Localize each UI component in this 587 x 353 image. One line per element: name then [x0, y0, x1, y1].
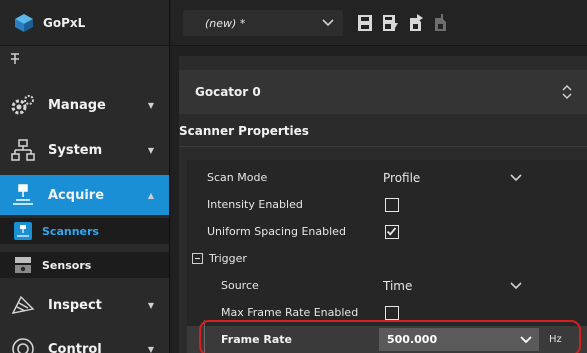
checkmark-icon [386, 226, 397, 236]
main-content: (new) * Gocator 0 Scanner Properties Sca… [171, 0, 587, 353]
section-divider [179, 146, 587, 147]
chevron-down-icon: ▼ [147, 344, 155, 353]
chevron-down-icon: ▼ [147, 300, 155, 310]
property-row-scan-mode: Scan Mode Profile [187, 164, 587, 191]
sidebar-subitem-label: Scanners [42, 224, 99, 238]
chevron-down-icon[interactable] [509, 173, 523, 183]
sidebar: GoPxL Manage ▼ System ▼ Acquire ▲ Scanne… [0, 0, 170, 353]
max-frame-rate-checkbox[interactable] [385, 305, 399, 320]
pin-icon[interactable] [8, 52, 22, 66]
sidebar-item-label: Manage [48, 97, 106, 113]
scanner-icon [10, 182, 36, 208]
app-logo: GoPxL [0, 0, 169, 46]
property-label: Uniform Spacing Enabled [207, 225, 346, 238]
scanners-icon [14, 222, 32, 240]
sidebar-item-manage[interactable]: Manage ▼ [0, 85, 169, 125]
device-select[interactable]: Gocator 0 [179, 70, 587, 114]
property-row-max-frame-rate: Max Frame Rate Enabled [187, 299, 587, 326]
property-group-trigger: Trigger [187, 245, 587, 272]
sidebar-item-acquire[interactable]: Acquire ▲ [0, 175, 169, 215]
tree-connector [204, 320, 205, 353]
save-icon[interactable] [357, 14, 373, 32]
device-select-label: Gocator 0 [195, 85, 261, 99]
scan-mode-select[interactable]: Profile [383, 171, 420, 185]
up-down-icon [562, 84, 572, 100]
save-as-icon[interactable] [382, 14, 398, 32]
section-title: Scanner Properties [179, 124, 309, 138]
property-group-label: Trigger [209, 252, 247, 265]
app-name: GoPxL [43, 15, 86, 30]
property-row-intensity: Intensity Enabled [187, 191, 587, 218]
toolbar: (new) * [171, 0, 587, 46]
chevron-down-icon[interactable] [509, 281, 523, 291]
export-icon[interactable] [408, 14, 424, 32]
sensor-icon [15, 257, 31, 273]
collapse-toggle-icon[interactable] [192, 253, 203, 264]
sidebar-item-label: Control [48, 341, 102, 353]
scanner-panel: Gocator 0 Scanner Properties Scan Mode P… [179, 56, 587, 353]
sidebar-subitem-label: Sensors [42, 258, 92, 272]
sidebar-subitem-sensors[interactable]: Sensors [0, 252, 169, 278]
inspect-icon [10, 292, 36, 318]
job-select[interactable]: (new) * [183, 10, 343, 36]
sidebar-item-label: Acquire [48, 187, 105, 203]
import-icon[interactable] [433, 14, 449, 32]
property-label: Max Frame Rate Enabled [221, 306, 359, 319]
intensity-enabled-checkbox[interactable] [385, 197, 399, 212]
frame-rate-value: 500.000 [387, 333, 438, 346]
job-select-value: (new) * [205, 16, 246, 30]
sidebar-item-label: Inspect [48, 297, 102, 313]
gopxl-logo-icon [15, 13, 33, 32]
chevron-down-icon: ▼ [147, 145, 155, 155]
uniform-spacing-checkbox[interactable] [385, 224, 399, 239]
sidebar-item-control[interactable]: Control ▼ [0, 329, 169, 353]
sidebar-item-inspect[interactable]: Inspect ▼ [0, 285, 169, 325]
property-label: Intensity Enabled [207, 198, 303, 211]
trigger-source-select[interactable]: Time [383, 279, 412, 293]
sidebar-subitem-scanners[interactable]: Scanners [0, 218, 169, 244]
network-icon [10, 137, 36, 163]
property-row-frame-rate: Frame Rate 500.000 Hz [187, 326, 587, 353]
sidebar-item-label: System [48, 142, 103, 158]
chevron-down-icon: ▼ [147, 100, 155, 110]
sidebar-item-system[interactable]: System ▼ [0, 130, 169, 170]
property-label: Frame Rate [221, 333, 293, 346]
property-label: Source [221, 279, 259, 292]
chevron-down-icon[interactable] [519, 335, 533, 345]
chevron-down-icon [322, 19, 334, 27]
control-icon [10, 336, 36, 353]
frame-rate-input[interactable]: 500.000 [379, 328, 539, 351]
frame-rate-unit: Hz [549, 334, 562, 345]
gears-icon [10, 92, 36, 118]
property-row-source: Source Time [187, 272, 587, 299]
property-row-uniform-spacing: Uniform Spacing Enabled [187, 218, 587, 245]
property-label: Scan Mode [207, 171, 268, 184]
property-grid: Scan Mode Profile Intensity Enabled Unif… [187, 160, 587, 353]
chevron-up-icon: ▲ [147, 190, 155, 200]
